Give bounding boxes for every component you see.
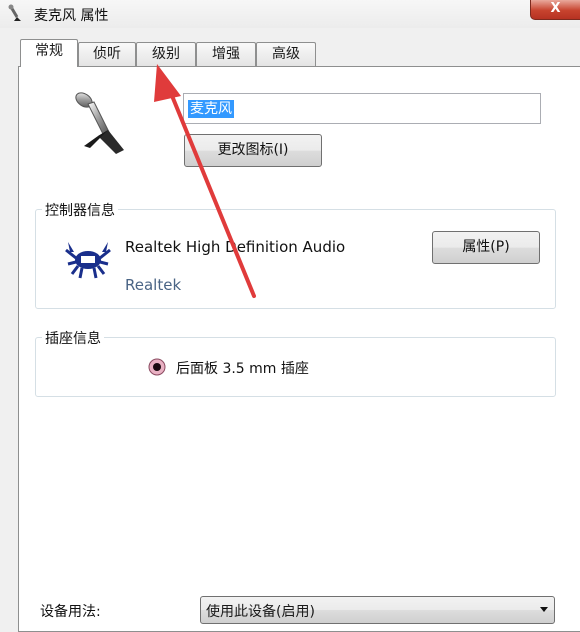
jack-pink-icon xyxy=(148,358,166,376)
device-usage-select[interactable]: 使用此设备(启用) xyxy=(200,596,555,624)
tab-general[interactable]: 常规 xyxy=(20,39,78,67)
title-bar[interactable]: 麦克风 属性 X xyxy=(0,0,580,28)
jack-description: 后面板 3.5 mm 插座 xyxy=(176,361,309,377)
tab-enhancements[interactable]: 增强 xyxy=(196,42,256,66)
close-button[interactable]: X xyxy=(530,0,580,20)
tab-advanced[interactable]: 高级 xyxy=(256,42,316,66)
microphone-icon xyxy=(8,4,21,21)
device-usage-value: 使用此设备(启用) xyxy=(206,604,315,620)
device-name-value: 麦克风 xyxy=(188,100,234,118)
controller-vendor[interactable]: Realtek xyxy=(125,276,181,294)
device-name-input[interactable]: 麦克风 xyxy=(183,93,541,124)
properties-button[interactable]: 属性(P) xyxy=(432,231,540,264)
device-usage-label: 设备用法: xyxy=(40,604,101,620)
tab-levels[interactable]: 级别 xyxy=(136,42,196,66)
tab-listen[interactable]: 侦听 xyxy=(78,42,136,66)
controller-info-label: 控制器信息 xyxy=(42,200,118,220)
window-title: 麦克风 属性 xyxy=(34,8,109,24)
jack-info-label: 插座信息 xyxy=(42,328,104,348)
realtek-crab-icon xyxy=(65,242,111,279)
chevron-down-icon[interactable] xyxy=(540,607,548,612)
controller-name: Realtek High Definition Audio xyxy=(125,238,346,256)
microphone-icon xyxy=(75,92,124,154)
change-icon-button[interactable]: 更改图标(I) xyxy=(184,134,322,167)
